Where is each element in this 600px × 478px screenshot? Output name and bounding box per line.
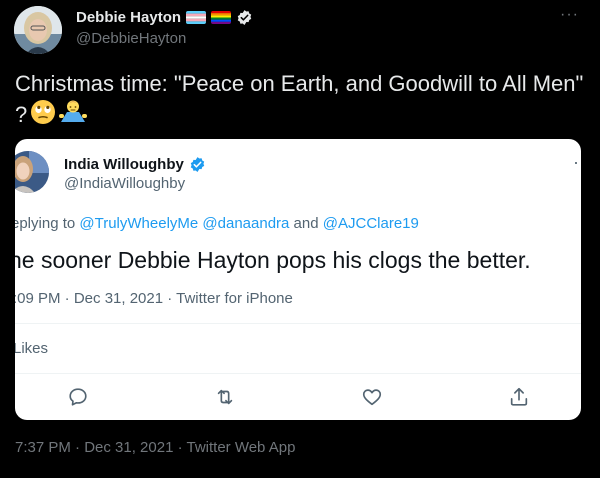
rainbow-flag-icon: [211, 11, 232, 24]
replying-to-label: eplying to: [15, 215, 80, 232]
tweet-timestamp[interactable]: 7:37 PM · Dec 31, 2021 · Twitter Web App: [15, 439, 295, 456]
tweet-text: Christmas time: "Peace on Earth, and Goo…: [15, 70, 585, 129]
man-shrugging-icon: [59, 98, 88, 126]
author-name-row: Debbie Hayton: [76, 9, 253, 26]
retweet-icon[interactable]: [214, 386, 236, 408]
quoted-tweet-text: he sooner Debbie Hayton pops his clogs t…: [15, 247, 531, 273]
quoted-handle[interactable]: @IndiaWilloughby: [64, 175, 185, 192]
like-icon[interactable]: [361, 386, 383, 408]
quoted-more-icon[interactable]: ·: [573, 152, 579, 173]
mention-link[interactable]: @AJCClare19: [323, 215, 419, 232]
reply-joiner: and: [289, 215, 323, 232]
share-icon[interactable]: [508, 386, 530, 408]
likes-count[interactable]: Likes: [15, 340, 48, 357]
tweet-body: Christmas time: "Peace on Earth, and Goo…: [15, 71, 584, 127]
author-handle[interactable]: @DebbieHayton: [76, 30, 186, 47]
replying-to-line: eplying to @TrulyWheelyMe @danaandra and…: [15, 215, 419, 232]
author-avatar[interactable]: [14, 6, 62, 54]
quoted-display-name[interactable]: India Willoughby: [64, 156, 184, 173]
verified-badge-icon: [236, 9, 253, 26]
transgender-flag-icon: [186, 11, 207, 24]
divider: [15, 323, 581, 324]
face-with-rolling-eyes-icon: [29, 98, 57, 126]
quoted-author-avatar[interactable]: [15, 151, 49, 193]
likes-label: Likes: [15, 340, 49, 357]
quoted-tweet-timestamp[interactable]: :09 PM · Dec 31, 2021 · Twitter for iPho…: [15, 290, 293, 307]
reply-icon[interactable]: [67, 386, 89, 408]
screenshot-frame: Debbie Hayton @DebbieHayton ··· Christma…: [0, 0, 600, 478]
quoted-tweet-card[interactable]: India Willoughby @IndiaWilloughby · eply…: [15, 139, 581, 420]
mention-link[interactable]: @TrulyWheelyMe: [79, 215, 198, 232]
divider: [15, 373, 581, 374]
author-display-name[interactable]: Debbie Hayton: [76, 9, 181, 26]
quoted-verified-badge-icon: [189, 156, 206, 173]
more-options-icon[interactable]: ···: [560, 6, 579, 24]
quoted-name-row: India Willoughby: [64, 156, 206, 173]
mention-link[interactable]: @danaandra: [202, 215, 289, 232]
